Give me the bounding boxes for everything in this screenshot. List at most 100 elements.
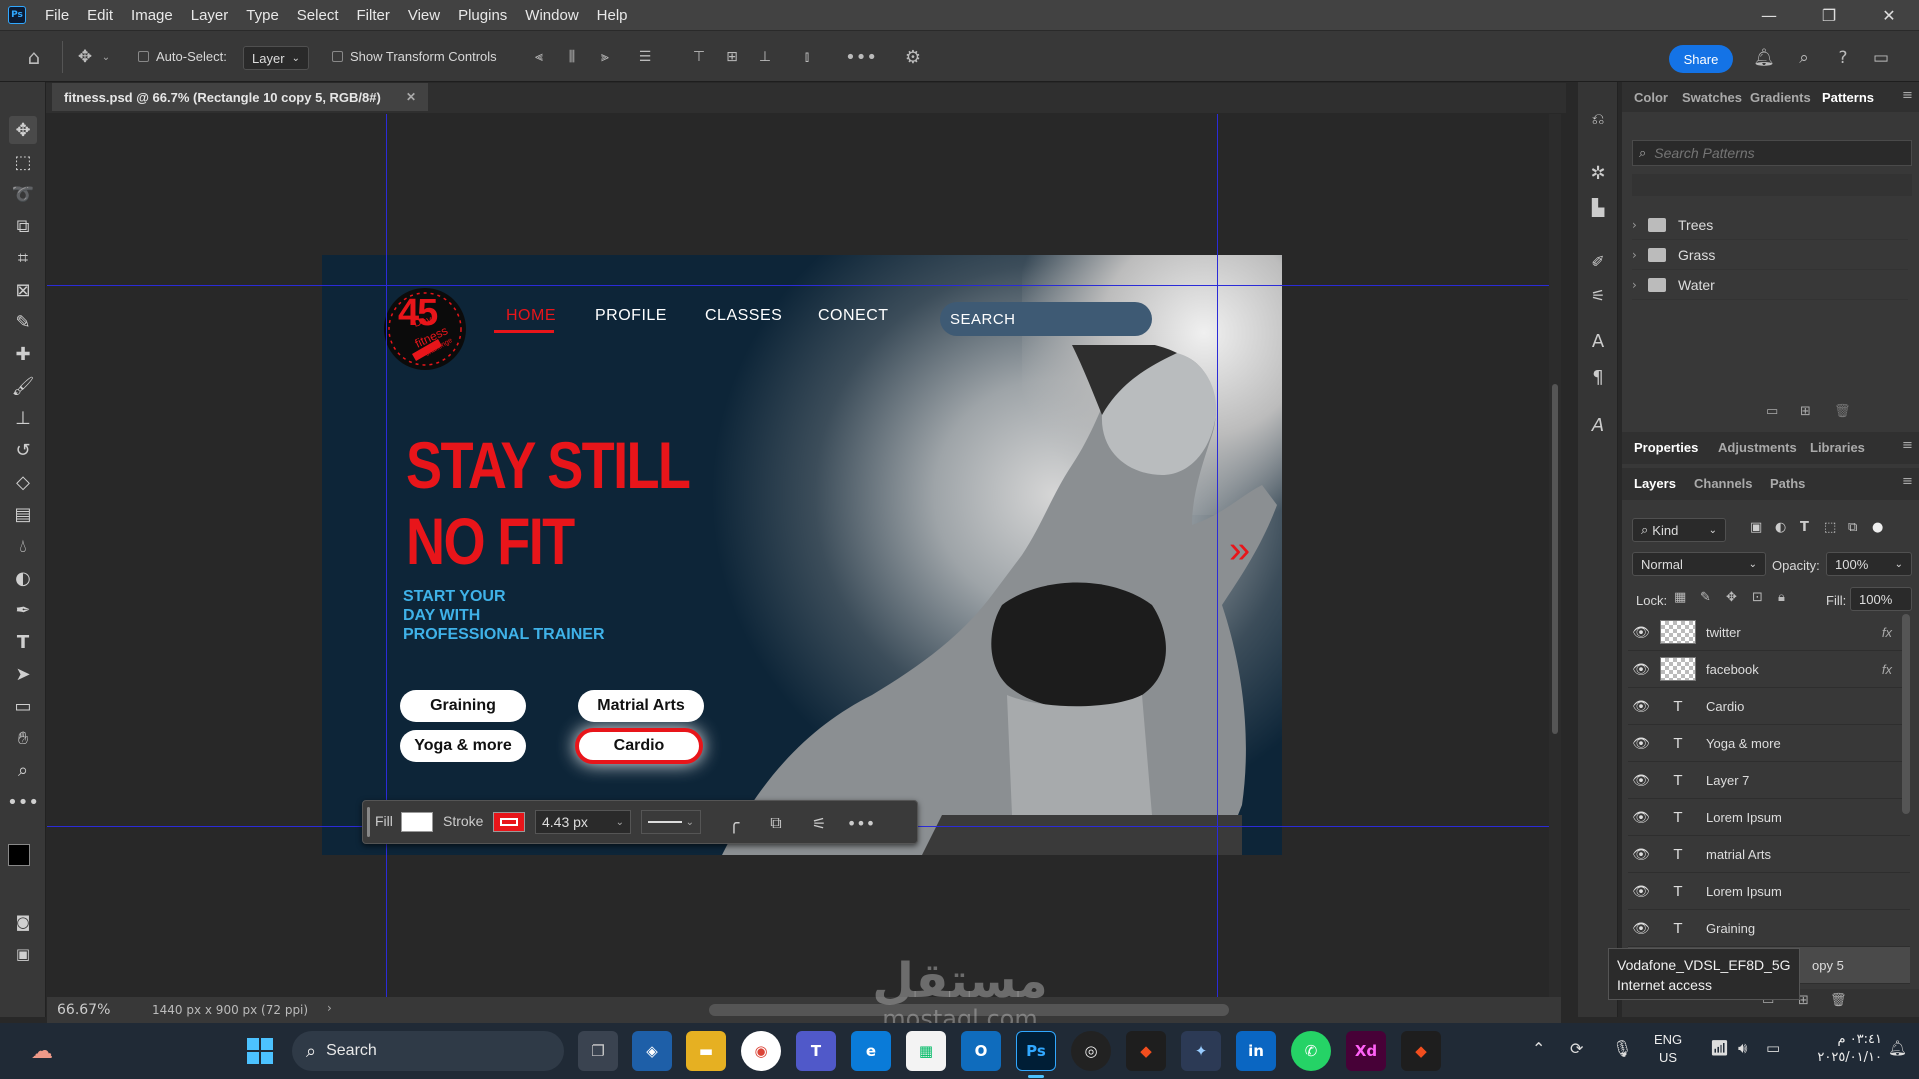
- menu-select[interactable]: Select: [288, 7, 348, 24]
- layer-row[interactable]: 👁︎ T Cardio: [1628, 688, 1910, 725]
- align-left-icon[interactable]: ⫷: [528, 45, 550, 69]
- fill-field[interactable]: 100%: [1850, 587, 1912, 611]
- more-options-icon[interactable]: •••: [845, 45, 877, 69]
- drag-handle[interactable]: [367, 807, 370, 837]
- tab-adjustments[interactable]: Adjustments: [1718, 440, 1797, 455]
- cardio-button[interactable]: Cardio: [575, 728, 703, 764]
- stamp-tool-icon[interactable]: ⊥: [9, 404, 37, 432]
- menu-filter[interactable]: Filter: [348, 7, 399, 24]
- menu-view[interactable]: View: [399, 7, 449, 24]
- type-filter-icon[interactable]: T: [1800, 520, 1809, 535]
- copilot-icon[interactable]: ◈: [632, 1031, 672, 1071]
- next-arrow-icon[interactable]: »: [1229, 529, 1250, 572]
- tab-channels[interactable]: Channels: [1694, 476, 1753, 491]
- visibility-eye-icon[interactable]: 👁︎: [1628, 846, 1654, 863]
- tab-patterns[interactable]: Patterns: [1822, 90, 1874, 105]
- menu-file[interactable]: File: [36, 7, 78, 24]
- frame-tool-icon[interactable]: ⊠: [9, 276, 37, 304]
- pattern-folder-row[interactable]: › Trees: [1632, 210, 1908, 240]
- menu-type[interactable]: Type: [237, 7, 288, 24]
- move-tool-icon[interactable]: ✥: [9, 116, 37, 144]
- screen-mode-icon[interactable]: ▣: [9, 940, 37, 968]
- whatsapp-icon[interactable]: ✆: [1291, 1031, 1331, 1071]
- tab-color[interactable]: Color: [1634, 90, 1668, 105]
- lock-position-icon[interactable]: ✥: [1726, 590, 1737, 605]
- adobe-xd-icon[interactable]: Xd: [1346, 1031, 1386, 1071]
- foreground-color-swatch[interactable]: [8, 844, 30, 866]
- visibility-eye-icon[interactable]: 👁︎: [1628, 772, 1654, 789]
- auto-select-checkbox[interactable]: [138, 51, 149, 66]
- navigator-icon[interactable]: ✲: [1585, 160, 1611, 186]
- stroke-width-field[interactable]: 4.43 px ⌄: [535, 810, 631, 834]
- hand-tool-icon[interactable]: ✋︎: [9, 724, 37, 752]
- type-tool-icon[interactable]: T: [9, 628, 37, 656]
- graining-button[interactable]: Graining: [400, 690, 526, 722]
- new-folder-icon[interactable]: ▭: [1766, 404, 1778, 419]
- align-middle-icon[interactable]: ⊞: [721, 45, 743, 69]
- opacity-field[interactable]: 100% ⌄: [1826, 552, 1912, 576]
- path-select-icon[interactable]: ➤: [9, 660, 37, 688]
- quick-mask-icon[interactable]: ◙: [9, 908, 37, 936]
- move-tool-icon[interactable]: ✥: [72, 43, 98, 71]
- menu-plugins[interactable]: Plugins: [449, 7, 516, 24]
- nav-home[interactable]: HOME: [506, 307, 556, 325]
- figma-icon[interactable]: ◆: [1401, 1031, 1441, 1071]
- history-brush-icon[interactable]: ↺: [9, 436, 37, 464]
- chevron-down-icon[interactable]: ⌄: [100, 47, 112, 67]
- adjust-sliders-icon[interactable]: ⚟: [806, 810, 832, 836]
- zoom-level[interactable]: 66.67%: [57, 1002, 110, 1018]
- gradient-tool-icon[interactable]: ▤: [9, 500, 37, 528]
- volume-icon[interactable]: 🔊︎: [1738, 1039, 1747, 1057]
- adjustment-filter-icon[interactable]: ◐: [1775, 520, 1786, 535]
- trash-icon[interactable]: 🗑︎: [1830, 993, 1847, 1008]
- clock[interactable]: ٠٣:٤١ م ٢٠٢٥/٠١/١٠: [1798, 1031, 1882, 1067]
- lock-artboard-icon[interactable]: ⊡: [1752, 590, 1763, 605]
- chevron-right-icon[interactable]: ›: [1632, 248, 1648, 262]
- wifi-icon[interactable]: 📶︎: [1710, 1039, 1729, 1057]
- windows-start-icon[interactable]: [244, 1035, 276, 1067]
- smart-object-filter-icon[interactable]: ⧉: [1848, 520, 1857, 535]
- fx-badge[interactable]: fx: [1882, 662, 1892, 677]
- stroke-style-dropdown[interactable]: ⌄: [641, 810, 701, 834]
- file-explorer-icon[interactable]: ▬: [686, 1031, 726, 1071]
- lock-all-icon[interactable]: 🔒︎: [1778, 590, 1785, 605]
- chevron-right-icon[interactable]: ›: [1632, 218, 1648, 232]
- show-transform-checkbox[interactable]: [332, 51, 343, 66]
- menu-help[interactable]: Help: [588, 7, 637, 24]
- store-icon[interactable]: ▦: [906, 1031, 946, 1071]
- app-icon[interactable]: ✦: [1181, 1031, 1221, 1071]
- chevron-up-icon[interactable]: ⌃: [1532, 1039, 1545, 1058]
- character-icon[interactable]: A: [1585, 328, 1611, 354]
- kind-filter-dropdown[interactable]: ⌕ Kind ⌄: [1632, 518, 1726, 542]
- pattern-folder-row[interactable]: › Grass: [1632, 240, 1908, 270]
- visibility-eye-icon[interactable]: 👁︎: [1628, 624, 1654, 641]
- close-tab-icon[interactable]: ✕: [406, 90, 416, 104]
- taskbar-search[interactable]: ⌕ Search: [292, 1031, 564, 1071]
- gear-icon[interactable]: ⚙: [900, 45, 926, 69]
- menu-layer[interactable]: Layer: [182, 7, 238, 24]
- yoga-button[interactable]: Yoga & more: [400, 730, 526, 762]
- history-icon[interactable]: ⎌: [1585, 106, 1611, 132]
- stroke-swatch[interactable]: [493, 812, 525, 832]
- corner-radius-icon[interactable]: ╭: [721, 810, 747, 836]
- lock-image-icon[interactable]: ✎: [1700, 590, 1711, 605]
- eraser-tool-icon[interactable]: ◇: [9, 468, 37, 496]
- align-center-icon[interactable]: ⫼: [561, 45, 583, 69]
- figma-icon[interactable]: ◆: [1126, 1031, 1166, 1071]
- pen-tool-icon[interactable]: ✒: [9, 596, 37, 624]
- layer-row[interactable]: 👁︎ T Yoga & more: [1628, 725, 1910, 762]
- brush-tool-icon[interactable]: 🖌︎: [9, 372, 37, 400]
- chevron-down-icon[interactable]: ⌄: [616, 817, 624, 828]
- task-view-icon[interactable]: ❐: [578, 1031, 618, 1071]
- widgets-icon[interactable]: ☁: [22, 1031, 62, 1071]
- martial-arts-button[interactable]: Matrial Arts: [578, 690, 704, 722]
- brand-logo[interactable]: 45 Days fitness challenge: [384, 288, 466, 370]
- more-options-icon[interactable]: •••: [847, 810, 875, 836]
- blend-mode-dropdown[interactable]: Normal ⌄: [1632, 552, 1766, 576]
- tab-paths[interactable]: Paths: [1770, 476, 1805, 491]
- combine-shapes-icon[interactable]: ⧉: [763, 810, 789, 836]
- share-button[interactable]: Share: [1669, 45, 1733, 73]
- edge-icon[interactable]: e: [851, 1031, 891, 1071]
- menu-window[interactable]: Window: [516, 7, 587, 24]
- more-tools-icon[interactable]: •••: [7, 788, 39, 816]
